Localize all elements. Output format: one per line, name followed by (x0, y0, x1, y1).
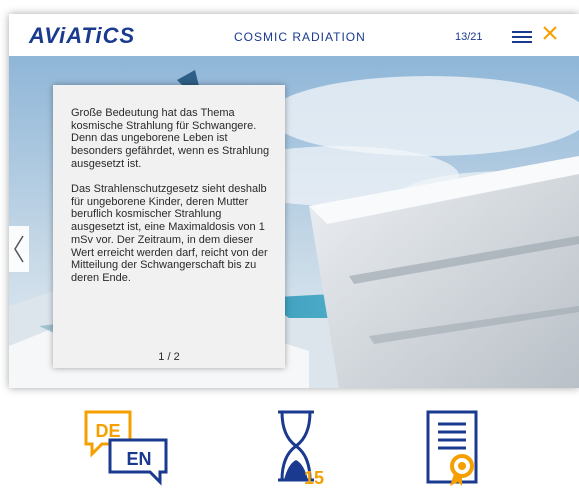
top-bar: AViATiCS COSMIC RADIATION 13/21 (9, 14, 579, 56)
airplane-wing-background: Große Bedeutung hat das Thema kosmische … (9, 56, 579, 388)
close-icon[interactable] (541, 24, 561, 46)
previous-page-button[interactable] (9, 226, 29, 272)
course-window: AViATiCS COSMIC RADIATION 13/21 Große Be… (9, 14, 579, 388)
hourglass-timer-icon[interactable]: 15 (270, 408, 340, 488)
certificate-icon[interactable] (424, 408, 484, 486)
aviatics-logo: AViATiCS (29, 23, 136, 48)
course-title: COSMIC RADIATION (234, 30, 366, 44)
paragraph-2: Das Strahlenschutzgesetz sieht deshalb f… (71, 183, 268, 284)
timer-value: 15 (304, 468, 324, 486)
page-counter: 13/21 (455, 31, 483, 43)
language-bottom-label: EN (126, 449, 151, 469)
hamburger-menu-icon[interactable] (512, 31, 532, 43)
paragraph-1: Große Bedeutung hat das Thema kosmische … (71, 107, 270, 170)
text-card: Große Bedeutung hat das Thema kosmische … (53, 85, 285, 368)
language-top-label: DE (95, 421, 120, 441)
card-pager[interactable]: 1 / 2 (53, 351, 285, 363)
language-switch-icon[interactable]: DE EN (82, 410, 172, 486)
